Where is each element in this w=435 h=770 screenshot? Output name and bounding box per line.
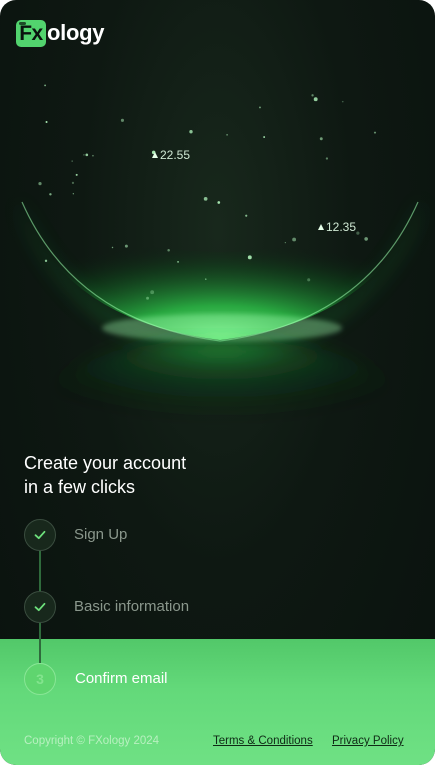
logo-mark: Fx [16,19,46,47]
light-particle [284,242,286,244]
light-particle [313,97,318,102]
privacy-link[interactable]: Privacy Policy [332,735,404,747]
logo-suffix: ology [47,20,105,45]
light-particle [111,246,114,249]
light-particle [263,136,266,138]
step-1-label: Sign Up [74,526,128,543]
light-particle [356,231,360,235]
light-particle [120,118,124,122]
step-3-indicator: 3 [24,663,56,695]
logo-prefix: Fx [19,22,43,45]
light-particle [245,214,248,217]
light-particle [311,94,314,97]
light-particle [247,255,252,260]
arrow-up-icon [318,224,324,230]
light-particle [167,248,170,252]
step-2-label: Basic information [74,598,190,615]
light-particle [341,100,344,103]
arrow-up-icon [152,152,158,158]
page-title: Create your account in a few clicks [24,451,284,499]
globe-illustration [18,84,422,460]
light-particle [373,131,377,134]
light-particle [124,244,128,248]
light-particle [71,160,73,162]
terms-link[interactable]: Terms & Conditions [213,735,313,747]
light-particle [44,259,48,263]
light-particle [177,261,179,263]
light-particle [205,278,207,280]
light-particle [203,196,208,201]
light-particle [75,173,78,176]
light-particle [45,121,48,124]
light-particle [83,154,85,156]
check-icon [34,602,46,612]
step-3-label: Confirm email [75,670,168,687]
step-connector [39,551,41,591]
check-icon [34,530,46,540]
brand-logo[interactable]: Fx ology [16,18,104,48]
light-particle [49,193,52,196]
step-3-number: 3 [36,671,44,687]
light-particle [292,237,297,242]
light-particle [364,237,368,241]
light-particle [259,106,261,109]
light-particle [71,181,75,185]
light-particle [85,153,89,157]
copyright-text: Copyright © FXology 2024 [24,735,160,747]
step-2-indicator [24,591,56,623]
light-particle [226,134,228,136]
step-1-indicator [24,519,56,551]
light-particle [189,130,193,134]
light-particle [325,157,329,160]
light-particle [319,137,323,141]
ticker-right: 12.35 [318,220,356,234]
step-connector [39,623,41,663]
title-line-1: Create your account [24,453,187,473]
signup-side-panel: 22.55 12.35 Fx ology Create your account… [0,0,435,765]
ticker-left: 22.55 [152,148,190,162]
light-particle [217,201,221,204]
light-particle [72,193,74,195]
light-particle [150,290,155,295]
light-particle [44,84,47,87]
light-particle [307,278,311,282]
light-particle [38,182,42,186]
light-particle [146,296,149,300]
title-line-2: in a few clicks [24,477,136,497]
light-particle [92,154,94,157]
